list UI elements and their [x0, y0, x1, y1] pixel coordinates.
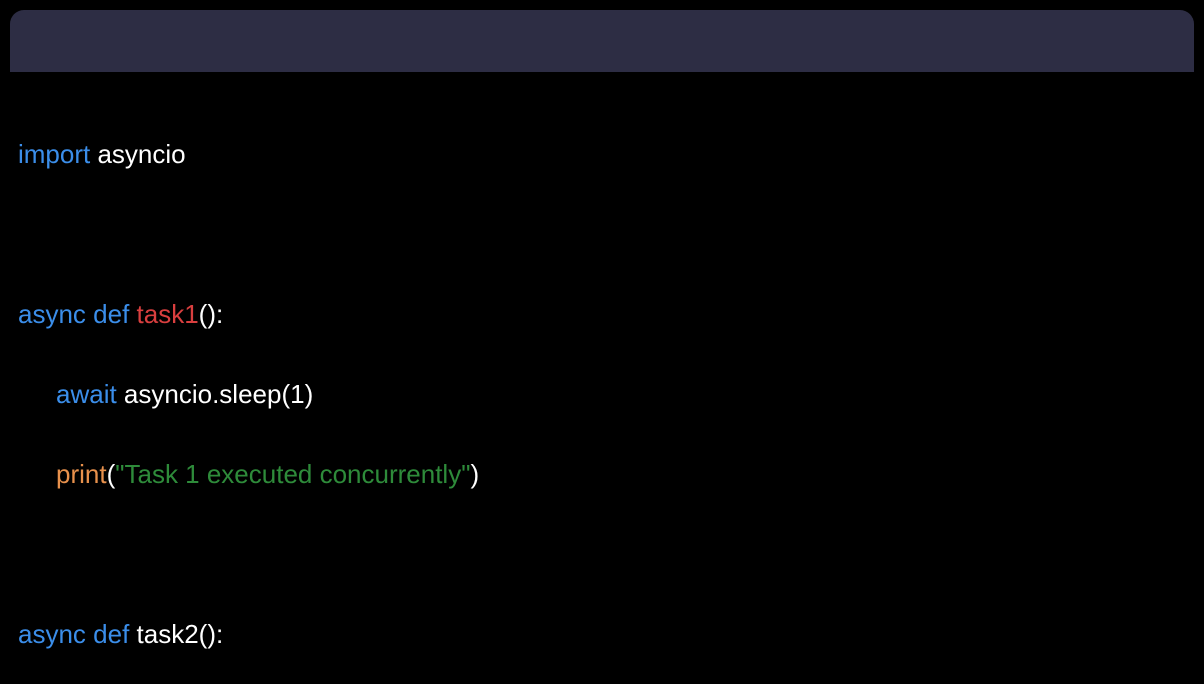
code-line-blank: [18, 214, 1186, 254]
code-text: asyncio.sleep(1): [117, 379, 314, 409]
string-literal: "Task 1 executed concurrently": [115, 459, 470, 489]
keyword-def: def: [86, 299, 137, 329]
code-text: asyncio: [90, 139, 185, 169]
code-text: ():: [199, 299, 224, 329]
keyword-async: async: [18, 619, 86, 649]
keyword-import: import: [18, 139, 90, 169]
code-line: import asyncio: [18, 134, 1186, 174]
paren: (: [107, 459, 116, 489]
paren: ): [470, 459, 479, 489]
code-block-container: import asyncio async def task1(): await …: [0, 0, 1204, 684]
funcname-task2: task2: [137, 619, 199, 649]
code-line: await asyncio.sleep(1): [18, 374, 1186, 414]
code-text: ():: [199, 619, 224, 649]
keyword-async: async: [18, 299, 86, 329]
code-line: async def task2():: [18, 614, 1186, 654]
code-line: async def task1():: [18, 294, 1186, 334]
code-line-blank: [18, 534, 1186, 574]
keyword-def: def: [86, 619, 137, 649]
funcname-task1: task1: [137, 299, 199, 329]
builtin-print: print: [56, 459, 107, 489]
code-area: import asyncio async def task1(): await …: [0, 72, 1204, 684]
code-block-header: [10, 10, 1194, 72]
code-line: print("Task 1 executed concurrently"): [18, 454, 1186, 494]
keyword-await: await: [56, 379, 117, 409]
